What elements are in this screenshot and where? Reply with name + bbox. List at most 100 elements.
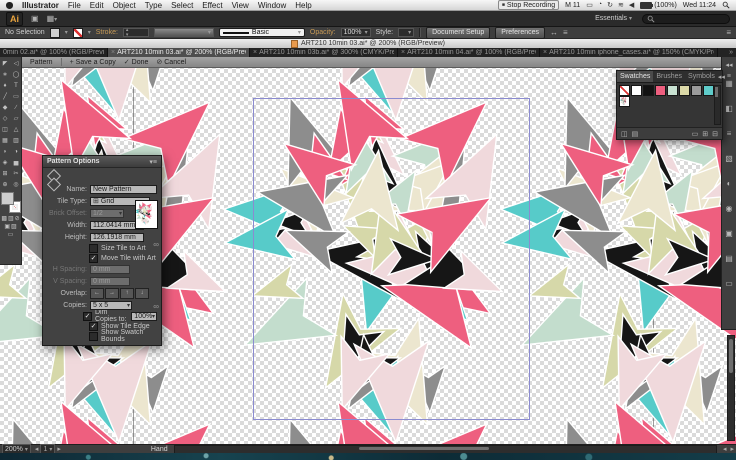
panel-menu-icon[interactable]: ▾≡ — [149, 158, 157, 166]
vertical-scrollbar[interactable] — [727, 335, 735, 441]
none-button[interactable]: ⊘ — [15, 215, 20, 222]
menu-view[interactable]: View — [232, 1, 249, 10]
swatch-libraries-icon[interactable]: ◫ — [621, 130, 628, 138]
swatch-new-pattern[interactable] — [619, 96, 630, 107]
show-tile-edge-checkbox[interactable]: ✓ — [89, 321, 98, 331]
overlap-bottom-in-front-icon[interactable]: ↓ — [135, 287, 149, 299]
swatch-khaki[interactable] — [679, 85, 690, 96]
search-input[interactable] — [658, 14, 718, 23]
volume-icon[interactable]: ◀ — [629, 1, 634, 9]
swatch-kinds-icon[interactable]: ▤ — [632, 130, 639, 138]
document-tab[interactable]: ×ART210 10min 03.ai* @ 200% (RGB/Preview… — [108, 48, 250, 57]
delete-swatch-icon[interactable]: ⊟ — [712, 130, 718, 138]
panel-menu-icon[interactable]: ≡ — [727, 73, 731, 80]
swatch-pink[interactable] — [655, 85, 666, 96]
graphic-styles-panel-icon[interactable]: ▣ — [722, 221, 736, 246]
menu-file[interactable]: File — [68, 1, 81, 10]
blend-tool[interactable]: ◑ — [11, 146, 22, 157]
line-segment-tool[interactable]: ╱ — [0, 91, 11, 102]
menu-type[interactable]: Type — [145, 1, 162, 10]
stroke-weight-stepper[interactable]: ▴ ▾ — [122, 27, 149, 37]
new-color-group-icon[interactable]: ▭ — [692, 130, 699, 138]
scroll-right-icon[interactable]: ▸ — [730, 445, 734, 453]
draw-normal-icon[interactable]: ▣ — [4, 223, 10, 230]
menu-clock[interactable]: Wed 11:24 — [683, 2, 716, 9]
magic-wand-tool[interactable]: ∗ — [0, 69, 11, 80]
pattern-tile-tool-icon[interactable] — [46, 168, 62, 183]
overlap-top-in-front-icon[interactable]: ↑ — [120, 287, 134, 299]
apple-menu-icon[interactable] — [6, 1, 13, 9]
stroke-panel-link[interactable]: Stroke: — [96, 29, 118, 36]
style-dropdown[interactable]: ▾ — [398, 28, 415, 37]
scrollbar-thumb[interactable] — [715, 87, 718, 97]
transform-reference-icon[interactable]: ↔ — [550, 28, 558, 37]
type-tool[interactable]: T — [11, 80, 22, 91]
transparency-panel-icon[interactable]: ◐ — [722, 171, 736, 196]
isolate-selection-icon[interactable]: ≡ — [563, 28, 568, 37]
stop-recording-button[interactable]: ■ Stop Recording — [497, 0, 560, 10]
scrollbar-thumb[interactable] — [729, 339, 733, 373]
link-dimensions-icon[interactable]: ∞ — [153, 240, 159, 249]
direct-selection-tool[interactable]: ◁ — [11, 58, 22, 69]
rectangle-tool[interactable]: ▭ — [11, 91, 22, 102]
opacity-panel-link[interactable]: Opacity: — [310, 29, 336, 36]
menu-select[interactable]: Select — [171, 1, 193, 10]
cancel-button[interactable]: ⊘ Cancel — [156, 58, 186, 67]
previous-artboard-icon[interactable]: ◂ — [35, 445, 39, 453]
done-button[interactable]: ✓ Done — [124, 58, 149, 67]
save-a-copy-button[interactable]: + Save a Copy — [70, 59, 116, 66]
zoom-tool[interactable]: ◎ — [11, 179, 22, 190]
swatch-gray[interactable] — [691, 85, 702, 96]
menu-effect[interactable]: Effect — [202, 1, 222, 10]
swatch-white[interactable] — [631, 85, 642, 96]
fill-stroke-indicator[interactable] — [0, 192, 21, 213]
slice-tool[interactable]: ✂ — [11, 168, 22, 179]
gradient-button[interactable]: ▥ — [8, 215, 14, 222]
swatches-scrollbar[interactable] — [714, 85, 721, 125]
menu-window[interactable]: Window — [258, 1, 286, 10]
lasso-tool[interactable]: ◯ — [11, 69, 22, 80]
dim-copies-checkbox[interactable]: ✓ — [83, 311, 92, 321]
scrollbar-thumb[interactable] — [358, 446, 489, 450]
hand-tool[interactable]: ⊕ — [0, 179, 11, 190]
panel-menu-icon[interactable]: ≡ — [726, 28, 731, 37]
pencil-tool[interactable]: ∕ — [11, 102, 22, 113]
tab-brushes[interactable]: Brushes — [653, 71, 685, 82]
stroke-panel-icon[interactable]: ≡ — [722, 121, 736, 146]
document-tab[interactable]: ×ART210 10min 03b.ai* @ 300% (CMYK/Previ… — [250, 48, 398, 57]
color-guide-panel-icon[interactable]: ◧ — [722, 96, 736, 121]
appearance-panel-icon[interactable]: ◉ — [722, 196, 736, 221]
pattern-name-input[interactable]: New Pattern — [90, 184, 157, 194]
swatch-black[interactable] — [643, 85, 654, 96]
move-tile-checkbox[interactable]: ✓ — [89, 253, 98, 263]
show-swatch-bounds-checkbox[interactable] — [89, 331, 98, 341]
brush-definition-dropdown[interactable]: Basic ▾ — [218, 28, 305, 37]
tab-swatches[interactable]: Swatches — [617, 71, 654, 82]
pattern-tile-edge[interactable] — [253, 98, 530, 420]
sync-icon[interactable]: ↻ — [607, 1, 613, 9]
column-graph-tool[interactable]: ▅ — [11, 157, 22, 168]
opacity-dropdown[interactable]: 100% ▾ — [340, 28, 371, 37]
swatch-mint[interactable] — [667, 85, 678, 96]
chevron-down-icon[interactable]: ▾ — [65, 29, 68, 36]
perspective-grid-tool[interactable]: △ — [11, 124, 22, 135]
menu-object[interactable]: Object — [113, 1, 136, 10]
symbol-sprayer-tool[interactable]: ◈ — [0, 157, 11, 168]
close-tab-icon[interactable]: × — [111, 49, 115, 56]
color-button[interactable]: ▩ — [1, 215, 7, 222]
display-icon[interactable]: ▭ — [586, 1, 593, 9]
new-swatch-icon[interactable]: ⊞ — [702, 130, 708, 138]
expand-panels-icon[interactable]: ◂◂ — [722, 59, 736, 71]
menu-help[interactable]: Help — [295, 1, 311, 10]
overlap-left-in-front-icon[interactable]: ← — [90, 287, 104, 299]
search-box[interactable] — [642, 13, 730, 24]
mesh-tool[interactable]: ▦ — [0, 135, 11, 146]
draw-behind-icon[interactable]: ▨ — [11, 223, 17, 230]
selection-tool[interactable]: ◤ — [0, 58, 11, 69]
artboard-tool[interactable]: ⊞ — [0, 168, 11, 179]
size-tile-checkbox[interactable] — [89, 243, 98, 253]
go-to-bridge-icon[interactable]: ▣ — [31, 14, 39, 23]
dim-copies-dropdown[interactable]: 100% — [131, 311, 157, 321]
collapse-panel-icon[interactable]: ◂◂ — [718, 73, 725, 81]
swatch-none[interactable] — [619, 85, 630, 96]
